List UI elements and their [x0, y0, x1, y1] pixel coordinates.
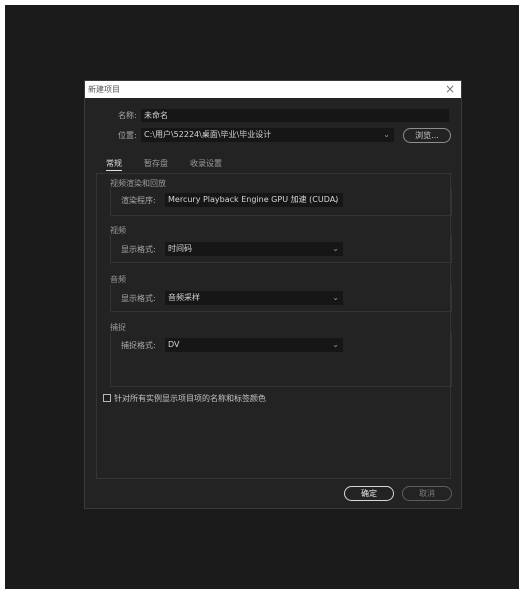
capture-format-select[interactable]: DV ⌄ — [165, 338, 343, 352]
tab-panel-general: 视频渲染和回放 渲染程序: Mercury Playback Engine GP… — [96, 173, 452, 479]
location-value: C:\用户\52224\桌面\毕业\毕业设计 — [144, 130, 272, 139]
browse-button[interactable]: 浏览... — [403, 128, 451, 143]
tab-ingest-settings[interactable]: 收录设置 — [190, 158, 222, 169]
capture-format-label: 捕捉格式: — [121, 341, 156, 350]
chevron-down-icon: ⌄ — [332, 293, 339, 302]
dialog-title: 新建项目 — [88, 85, 120, 94]
tab-scratch-disks[interactable]: 暂存盘 — [144, 158, 168, 169]
audio-display-format-label: 显示格式: — [121, 294, 156, 303]
chevron-down-icon: ⌄ — [383, 130, 390, 139]
show-label-colors-label: 针对所有实例显示项目项的名称和标签颜色 — [114, 394, 266, 403]
chevron-down-icon: ⌄ — [332, 244, 339, 253]
renderer-label: 渲染程序: — [121, 196, 156, 205]
name-label: 名称: — [118, 111, 137, 120]
video-display-format-select[interactable]: 时间码 ⌄ — [165, 242, 343, 256]
audio-display-format-value: 音频采样 — [168, 293, 200, 302]
new-project-dialog: 新建项目 × 名称: 位置: C:\用户\52224\桌面\毕业\毕业设计 ⌄ … — [84, 80, 462, 509]
ok-button[interactable]: 确定 — [344, 486, 394, 501]
location-select[interactable]: C:\用户\52224\桌面\毕业\毕业设计 ⌄ — [141, 128, 394, 142]
location-label: 位置: — [118, 131, 137, 140]
chevron-down-icon: ⌄ — [332, 195, 339, 204]
show-label-colors-checkbox[interactable] — [103, 394, 111, 402]
video-display-format-label: 显示格式: — [121, 245, 156, 254]
audio-display-format-select[interactable]: 音频采样 ⌄ — [165, 291, 343, 305]
name-input[interactable] — [141, 109, 449, 122]
video-display-format-value: 时间码 — [168, 244, 192, 253]
tab-general[interactable]: 常规 — [106, 158, 122, 171]
cancel-button[interactable]: 取消 — [402, 486, 452, 501]
renderer-select[interactable]: Mercury Playback Engine GPU 加速 (CUDA) ⌄ — [165, 193, 343, 207]
renderer-value: Mercury Playback Engine GPU 加速 (CUDA) — [168, 195, 339, 204]
dialog-titlebar: 新建项目 × — [85, 81, 461, 98]
capture-format-value: DV — [168, 340, 180, 349]
chevron-down-icon: ⌄ — [332, 340, 339, 349]
close-icon[interactable]: × — [445, 82, 455, 96]
screen-background: 新建项目 × 名称: 位置: C:\用户\52224\桌面\毕业\毕业设计 ⌄ … — [5, 5, 519, 589]
